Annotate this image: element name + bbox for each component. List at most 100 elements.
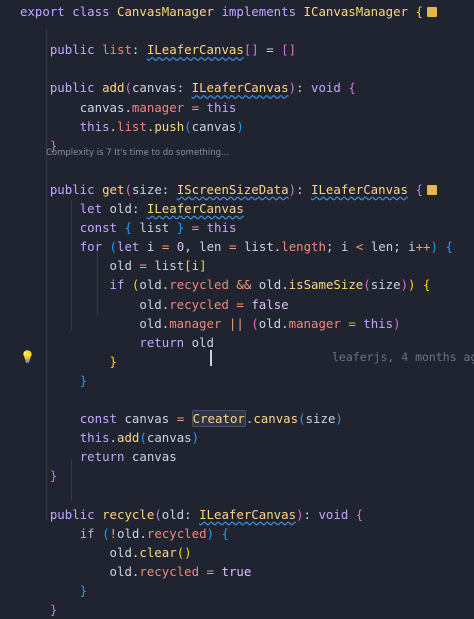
code-token: (	[298, 411, 306, 427]
code-token: =	[191, 220, 200, 236]
code-line[interactable]: }	[20, 600, 57, 619]
code-line[interactable]: return canvas	[20, 447, 177, 466]
code-line[interactable]: public add(canvas: ILeaferCanvas): void …	[20, 78, 356, 97]
code-token: CanvasManager	[117, 4, 214, 19]
code-token: this	[206, 99, 237, 115]
lightbulb-icon[interactable]: 💡	[20, 350, 35, 364]
code-line[interactable]: return old	[20, 333, 214, 352]
code-token: this	[206, 220, 237, 236]
code-token: return	[79, 449, 125, 465]
code-line[interactable]: export class CanvasManager implements IC…	[20, 2, 437, 21]
code-line[interactable]: }	[20, 371, 87, 390]
fold-marker-icon[interactable]	[426, 184, 437, 195]
code-line[interactable]: old.recycled = false	[20, 295, 288, 314]
code-token: {	[415, 4, 423, 19]
code-token: =	[139, 258, 147, 274]
code-token: old	[109, 201, 132, 216]
code-editor[interactable]: export class CanvasManager implements IC…	[0, 0, 474, 617]
code-token: const	[79, 220, 117, 236]
code-line[interactable]: old.manager || (old.manager = this)	[20, 314, 401, 333]
code-token: list	[117, 118, 147, 134]
code-line[interactable]: }	[20, 466, 57, 485]
code-token: [	[184, 258, 192, 274]
code-line[interactable]: if (old.recycled && old.isSameSize(size)…	[20, 275, 431, 294]
code-token: implements	[221, 4, 297, 19]
code-token: add	[102, 80, 125, 96]
code-token: (	[124, 181, 132, 197]
complexity-codelens[interactable]: Complexity is 7 It's time to do somethin…	[46, 147, 229, 159]
code-token: =	[348, 315, 356, 331]
code-line[interactable]: for (let i = 0, len = list.length; i < l…	[20, 237, 453, 256]
code-token: push	[154, 118, 185, 134]
code-token: :	[161, 181, 177, 197]
code-token: old	[139, 277, 162, 293]
code-token: )	[393, 315, 401, 331]
code-token: )	[296, 506, 304, 522]
code-token: &&	[236, 277, 252, 293]
code-token: []	[281, 42, 297, 58]
code-line[interactable]: this.add(canvas)	[20, 428, 199, 447]
code-token: const	[79, 411, 117, 427]
git-blame-annotation: leaferjs, 4 months ago	[332, 350, 474, 364]
code-token: if	[79, 525, 95, 541]
code-token: :	[131, 42, 147, 58]
code-token: i	[191, 258, 200, 274]
code-token: ;	[393, 239, 409, 255]
code-token: old	[161, 506, 185, 522]
code-token: old	[139, 296, 162, 312]
code-token: canvas	[253, 411, 299, 427]
code-line[interactable]: canvas.manager = this	[20, 98, 237, 117]
code-line[interactable]: public list: ILeaferCanvas[] = []	[20, 40, 296, 59]
code-token: (	[251, 315, 259, 331]
code-line[interactable]: if (!old.recycled) {	[20, 524, 229, 543]
code-token: public	[49, 80, 95, 96]
code-line[interactable]: let old: ILeaferCanvas	[20, 199, 244, 218]
code-token: old	[109, 544, 132, 560]
code-token: {	[221, 525, 229, 541]
code-token: old	[109, 563, 132, 579]
code-line[interactable]: this.list.push(canvas)	[20, 117, 244, 136]
code-token: ()	[176, 544, 192, 560]
code-token: !	[109, 525, 118, 541]
code-line[interactable]: old = list[i]	[20, 256, 207, 275]
code-line[interactable]: const canvas = Creator.canvas(size)	[20, 409, 343, 428]
code-line[interactable]: old.clear()	[20, 543, 192, 562]
fold-marker-icon[interactable]	[426, 7, 437, 17]
code-line[interactable]: public recycle(old: ILeaferCanvas): void…	[20, 505, 363, 524]
code-token: canvas	[124, 411, 170, 427]
code-token: ||	[228, 315, 244, 331]
code-token: return	[139, 334, 185, 350]
code-token: get	[102, 181, 125, 197]
code-line[interactable]: const { list } = this	[20, 218, 237, 237]
code-token: recycled	[146, 525, 207, 541]
code-line[interactable]: public get(size: IScreenSizeData): ILeaf…	[20, 180, 437, 199]
code-token: =	[191, 99, 200, 115]
code-line[interactable]: old.recycled = true	[20, 562, 252, 581]
code-token: =	[206, 563, 215, 579]
code-token: size	[131, 181, 162, 197]
code-token: (	[184, 118, 192, 134]
code-token: (	[363, 277, 371, 293]
code-token: isSameSize	[288, 277, 364, 293]
code-token: .	[281, 277, 289, 293]
code-line[interactable]: }	[20, 581, 87, 600]
code-token: canvas	[191, 118, 237, 134]
